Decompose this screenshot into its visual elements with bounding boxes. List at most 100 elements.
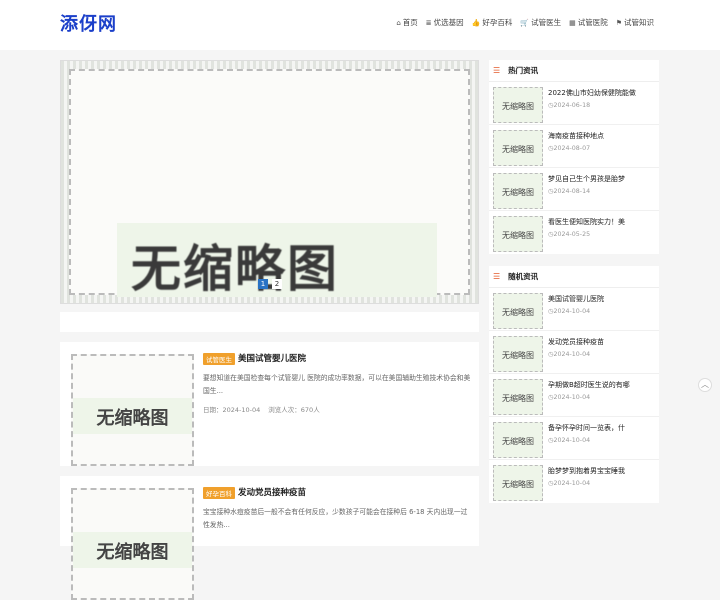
item-date: ◷2024-10-04 <box>548 480 591 487</box>
slider-placeholder-text: 无缩略图 <box>131 240 339 298</box>
item-date: ◷2024-08-14 <box>548 188 591 195</box>
item-date-text: 2024-06-18 <box>553 102 591 109</box>
post-thumbnail[interactable]: 无缩略图 <box>71 488 194 600</box>
post-thumbnail[interactable]: 无缩略图 <box>71 354 194 466</box>
thumb-placeholder-text: 无缩略图 <box>96 542 169 563</box>
post-excerpt: 要想知道在美国检查每个试管婴儿 医院的成功率数据，可以在美国辅助生殖技术协会和美… <box>203 374 471 395</box>
thumb-placeholder-text: 无缩略图 <box>502 480 534 489</box>
thumbs-up-icon: 👍 <box>471 18 481 27</box>
post-title[interactable]: 发动党员接种疫苗 <box>238 486 306 498</box>
list-item[interactable]: 无缩略图 发动党员接种疫苗 ◷2024-10-04 <box>489 331 659 374</box>
item-title[interactable]: 发动党员接种疫苗 <box>548 337 654 347</box>
nav-item-genes[interactable]: ≣ 优选基因 <box>426 17 464 28</box>
item-thumbnail[interactable]: 无缩略图 <box>493 293 543 329</box>
item-title[interactable]: 海南疫苗接种地点 <box>548 131 654 141</box>
item-date: ◷2024-10-04 <box>548 394 591 401</box>
list-item[interactable]: 无缩略图 孕期做B超时医生说的有哪 ◷2024-10-04 <box>489 374 659 417</box>
thumb-placeholder-text: 无缩略图 <box>502 308 534 317</box>
hot-news-widget: ☰ 热门资讯 无缩略图 2022佛山市妇幼保健院能做 ◷2024-06-18 无缩略图… <box>489 60 659 254</box>
thumb-placeholder-text: 无缩略图 <box>502 231 534 240</box>
main-nav: ⌂ 首页 ≣ 优选基因 👍 好孕百科 🛒 试管医生 ▦ 试管医院 ⚑ 试管知识 <box>396 17 654 28</box>
item-thumbnail[interactable]: 无缩略图 <box>493 336 543 372</box>
list-item[interactable]: 无缩略图 胎梦梦到抱着男宝宝睡我 ◷2024-10-04 <box>489 460 659 503</box>
nav-item-home[interactable]: ⌂ 首页 <box>396 17 417 28</box>
flag-icon: ⚑ <box>615 18 622 27</box>
item-thumbnail[interactable]: 无缩略图 <box>493 422 543 458</box>
post-title[interactable]: 美国试管婴儿医院 <box>238 352 306 364</box>
list-icon: ≣ <box>425 18 432 27</box>
item-thumbnail[interactable]: 无缩略图 <box>493 87 543 123</box>
back-to-top-button[interactable]: ︿ <box>698 378 712 392</box>
list-item[interactable]: 无缩略图 海南疫苗接种地点 ◷2024-08-07 <box>489 125 659 168</box>
post-date: 日期：2024-10-04 <box>203 406 261 414</box>
item-title[interactable]: 胎梦梦到抱着男宝宝睡我 <box>548 466 654 476</box>
item-thumbnail[interactable]: 无缩略图 <box>493 465 543 501</box>
item-thumbnail[interactable]: 无缩略图 <box>493 173 543 209</box>
item-date-text: 2024-10-04 <box>553 437 591 444</box>
thumb-placeholder-text: 无缩略图 <box>502 351 534 360</box>
nav-item-ivf-hospitals[interactable]: ▦ 试管医院 <box>569 17 608 28</box>
thumb-placeholder-text: 无缩略图 <box>502 437 534 446</box>
item-title[interactable]: 孕期做B超时医生说的有哪 <box>548 380 654 390</box>
list-icon: ☰ <box>493 66 501 75</box>
random-news-widget: ☰ 随机资讯 无缩略图 美国试管婴儿医院 ◷2024-10-04 无缩略图 发动党员接种… <box>489 266 659 503</box>
list-item[interactable]: 无缩略图 美国试管婴儿医院 ◷2024-10-04 <box>489 288 659 331</box>
thumb-placeholder-text: 无缩略图 <box>502 102 534 111</box>
nav-item-ivf-knowledge[interactable]: ⚑ 试管知识 <box>616 17 654 28</box>
thumb-placeholder-text: 无缩略图 <box>502 145 534 154</box>
image-slider[interactable]: 无缩略图 1 2 <box>60 60 479 304</box>
item-title[interactable]: 看医生便知医院实力！美 <box>548 217 654 227</box>
widget-heading: ☰ 随机资讯 <box>489 266 659 288</box>
thumb-placeholder-text: 无缩略图 <box>502 394 534 403</box>
nav-label: 优选基因 <box>433 18 464 27</box>
thumb-placeholder-text: 无缩略图 <box>96 408 169 429</box>
item-date: ◷2024-10-04 <box>548 437 591 444</box>
list-item[interactable]: 无缩略图 备孕怀孕时间一览表，什 ◷2024-10-04 <box>489 417 659 460</box>
item-date-text: 2024-10-04 <box>553 308 591 315</box>
item-thumbnail[interactable]: 无缩略图 <box>493 130 543 166</box>
post-card: 无缩略图 好孕百科 发动党员接种疫苗 宝宝接种水痘疫苗后一般不会有任何反应，少数… <box>60 476 479 600</box>
item-date: ◷2024-08-07 <box>548 145 591 152</box>
item-date-text: 2024-08-14 <box>553 188 591 195</box>
post-category-tag[interactable]: 好孕百科 <box>203 487 235 499</box>
site-logo[interactable]: 添伢网 <box>60 10 117 36</box>
nav-label: 试管医院 <box>577 18 608 27</box>
item-title[interactable]: 备孕怀孕时间一览表，什 <box>548 423 654 433</box>
widget-heading: ☰ 热门资讯 <box>489 60 659 82</box>
widget-heading-text: 随机资讯 <box>508 272 539 281</box>
item-date-text: 2024-05-25 <box>553 231 591 238</box>
item-title[interactable]: 美国试管婴儿医院 <box>548 294 654 304</box>
item-thumbnail[interactable]: 无缩略图 <box>493 379 543 415</box>
slider-dot-1[interactable]: 1 <box>258 279 268 289</box>
nav-label: 试管医生 <box>531 18 562 27</box>
list-icon: ☰ <box>493 272 501 281</box>
item-title[interactable]: 梦见自己生个男孩是胎梦 <box>548 174 654 184</box>
content-strip <box>60 312 479 332</box>
item-date-text: 2024-08-07 <box>553 145 591 152</box>
home-icon: ⌂ <box>396 18 401 27</box>
list-item[interactable]: 无缩略图 梦见自己生个男孩是胎梦 ◷2024-08-14 <box>489 168 659 211</box>
post-category-tag[interactable]: 试管医生 <box>203 353 235 365</box>
slider-dot-2[interactable]: 2 <box>272 279 282 289</box>
list-item[interactable]: 无缩略图 2022佛山市妇幼保健院能做 ◷2024-06-18 <box>489 82 659 125</box>
item-title[interactable]: 2022佛山市妇幼保健院能做 <box>548 88 654 98</box>
item-thumbnail[interactable]: 无缩略图 <box>493 216 543 252</box>
post-excerpt: 宝宝接种水痘疫苗后一般不会有任何反应，少数孩子可能会在接种后 6-18 天内出现… <box>203 508 468 529</box>
nav-label: 首页 <box>402 18 418 27</box>
site-header: 添伢网 ⌂ 首页 ≣ 优选基因 👍 好孕百科 🛒 试管医生 ▦ 试管医院 ⚑ 试管知识 <box>0 0 720 50</box>
slider-pagination: 1 2 <box>258 279 282 289</box>
item-date-text: 2024-10-04 <box>553 394 591 401</box>
item-date-text: 2024-10-04 <box>553 480 591 487</box>
item-date: ◷2024-05-25 <box>548 231 591 238</box>
post-views: 浏览人次：670人 <box>268 406 320 414</box>
nav-label: 试管知识 <box>624 18 654 27</box>
grid-icon: ▦ <box>569 18 576 27</box>
list-item[interactable]: 无缩略图 看医生便知医院实力！美 ◷2024-05-25 <box>489 211 659 254</box>
item-date-text: 2024-10-04 <box>553 351 591 358</box>
post-meta: 日期：2024-10-04 浏览人次：670人 <box>203 404 320 414</box>
nav-item-ivf-doctors[interactable]: 🛒 试管医生 <box>520 17 561 28</box>
item-date: ◷2024-06-18 <box>548 102 591 109</box>
post-card: 无缩略图 试管医生 美国试管婴儿医院 要想知道在美国检查每个试管婴儿 医院的成功… <box>60 342 479 466</box>
nav-item-pregnancy-wiki[interactable]: 👍 好孕百科 <box>472 17 513 28</box>
nav-label: 好孕百科 <box>482 18 513 27</box>
